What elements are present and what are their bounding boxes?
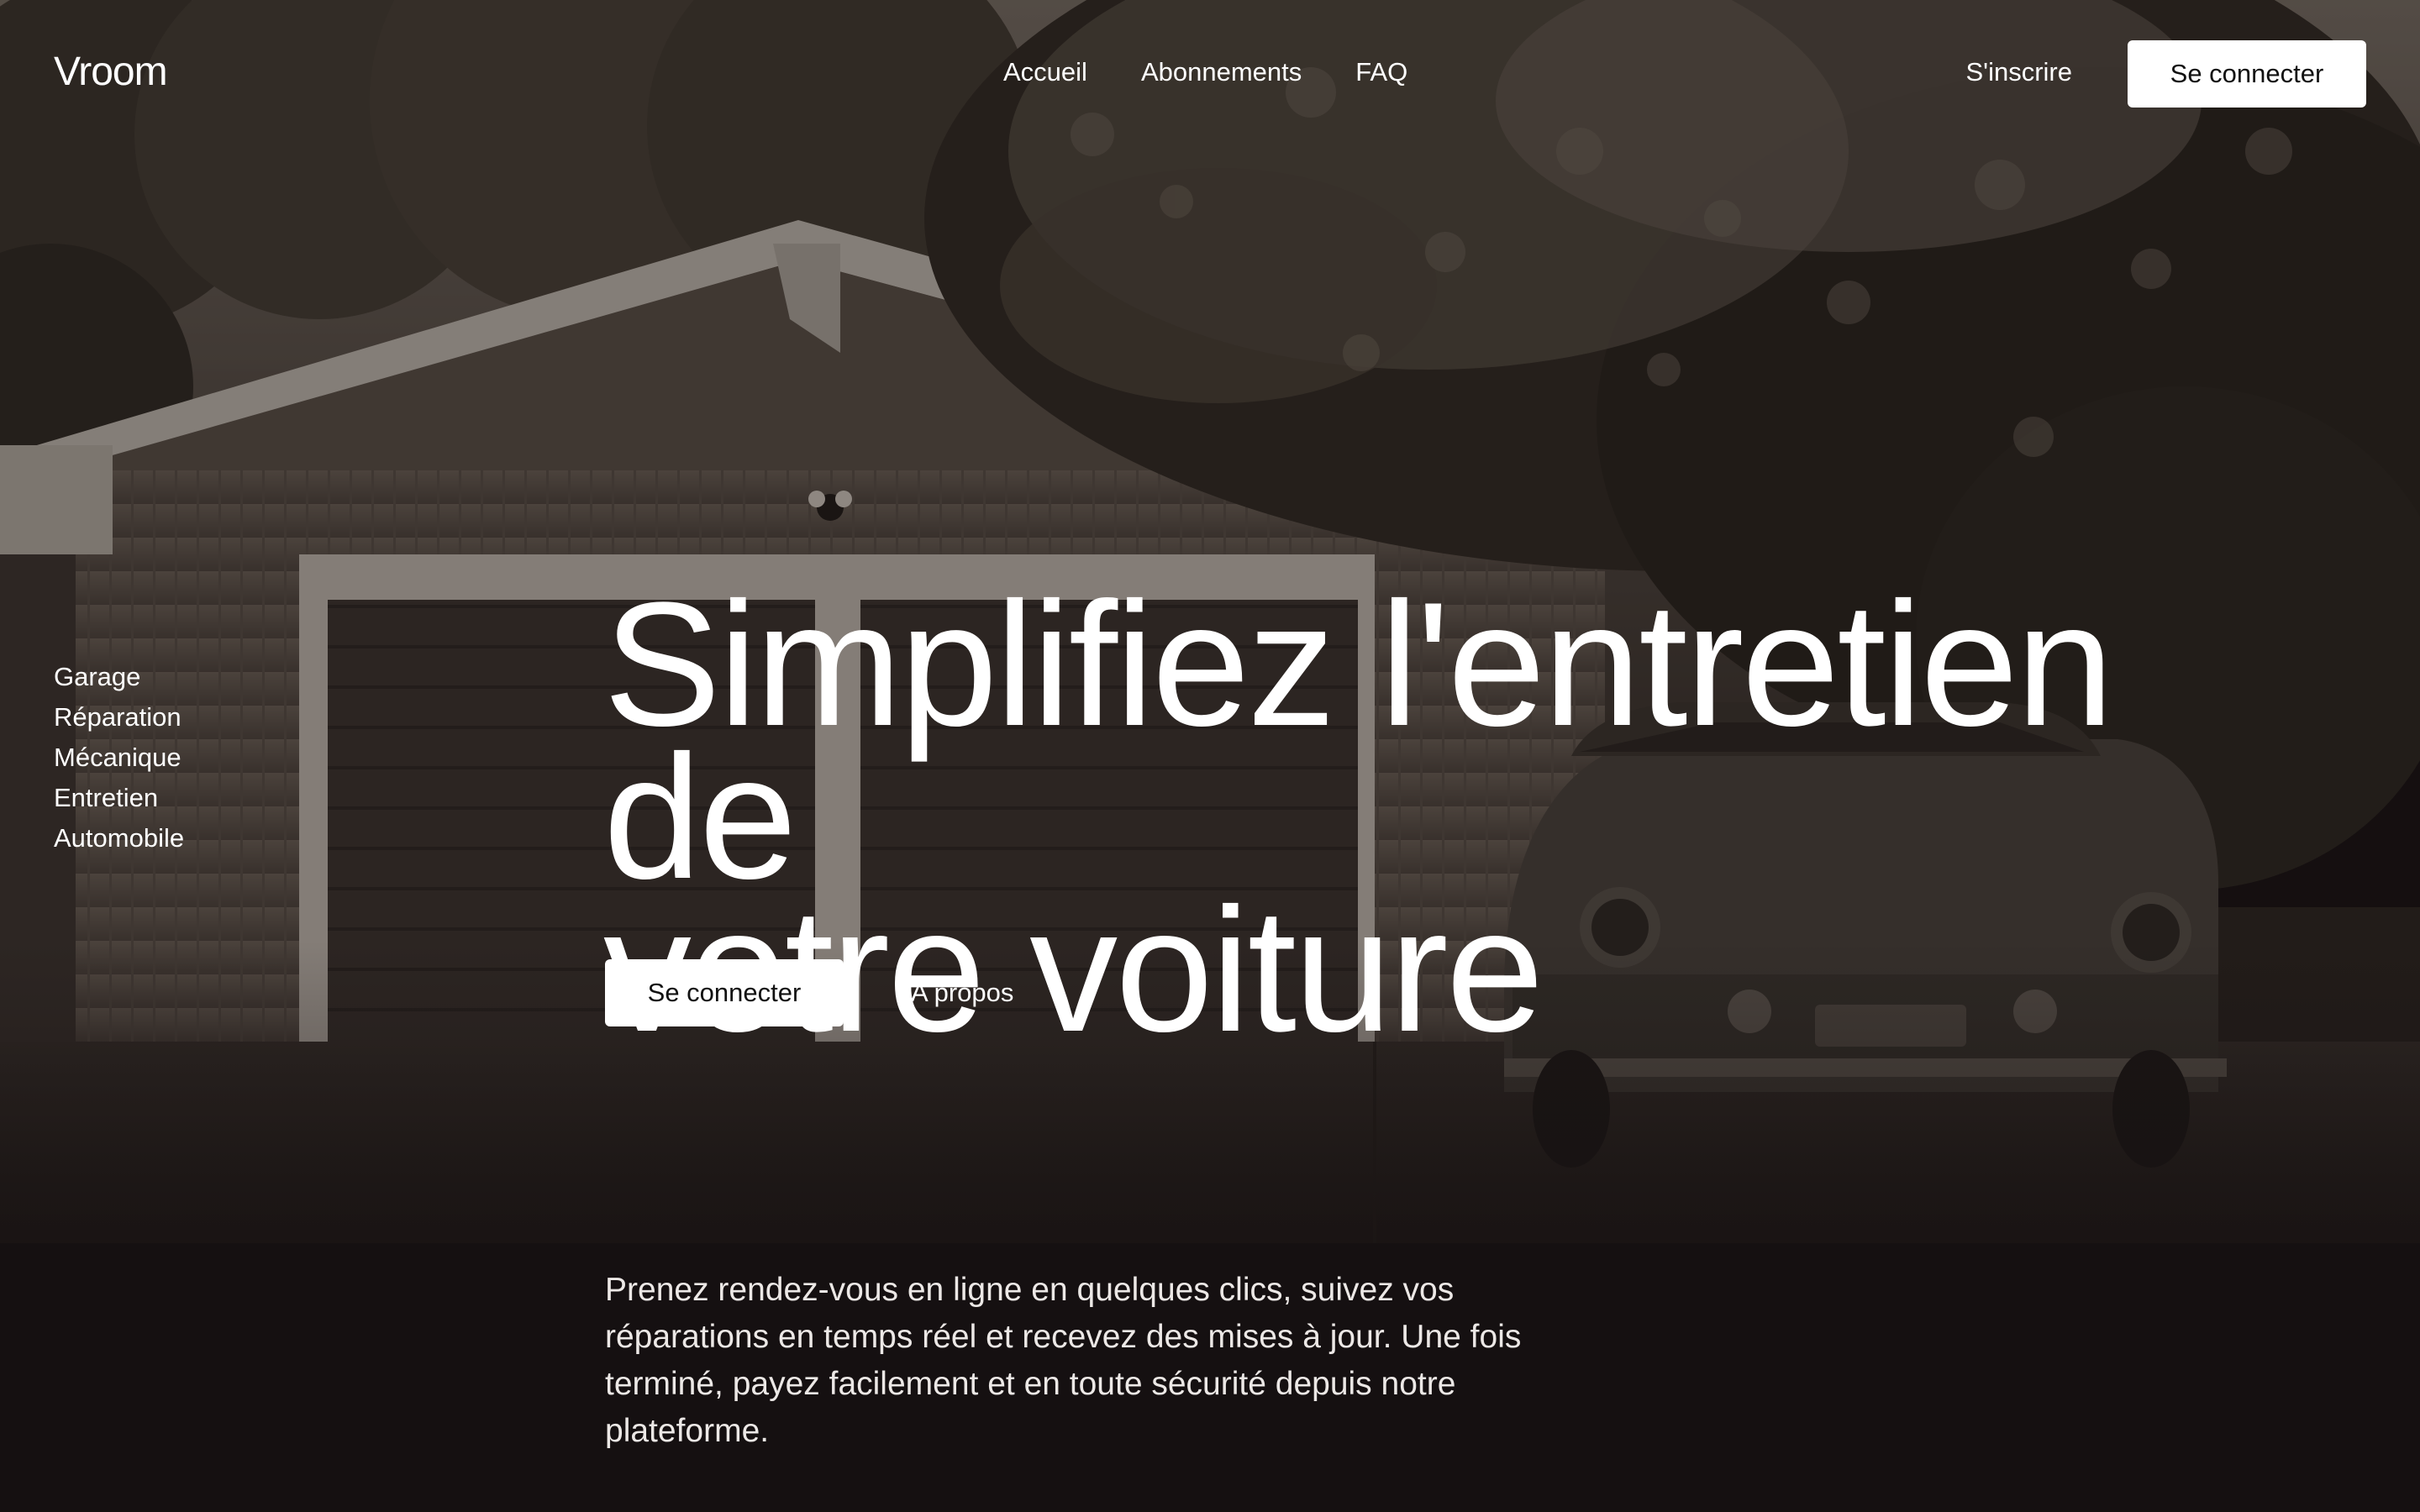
tag-garage: Garage [54,662,141,691]
tag-reparation: Réparation [54,702,182,732]
about-link[interactable]: A propos [911,978,1013,1008]
nav-link-accueil[interactable]: Accueil [1003,57,1087,87]
tag-entretien: Entretien [54,783,159,812]
category-tag-list: Garage Réparation Mécanique Entretien Au… [54,657,184,858]
main-nav: Accueil Abonnements FAQ [1003,57,1407,87]
signup-link[interactable]: S'inscrire [1966,57,2073,87]
nav-link-abonnements[interactable]: Abonnements [1141,57,1302,87]
header-login-button[interactable]: Se connecter [2128,40,2366,108]
nav-link-faq[interactable]: FAQ [1355,57,1407,87]
hero-headline-line-1: Simplifiez l'entretien de [603,565,2114,916]
hero-description: Prenez rendez-vous en ligne en quelques … [605,1272,1522,1449]
hero-cta-row: Se connecter A propos [605,959,1013,1026]
tag-mecanique: Mécanique [54,743,182,772]
brand-logo[interactable]: Vroom [54,49,168,95]
tag-automobile: Automobile [54,823,185,853]
landing-page: Vroom Accueil Abonnements FAQ S'inscrire… [0,0,2420,1512]
hero-login-button[interactable]: Se connecter [605,959,844,1026]
